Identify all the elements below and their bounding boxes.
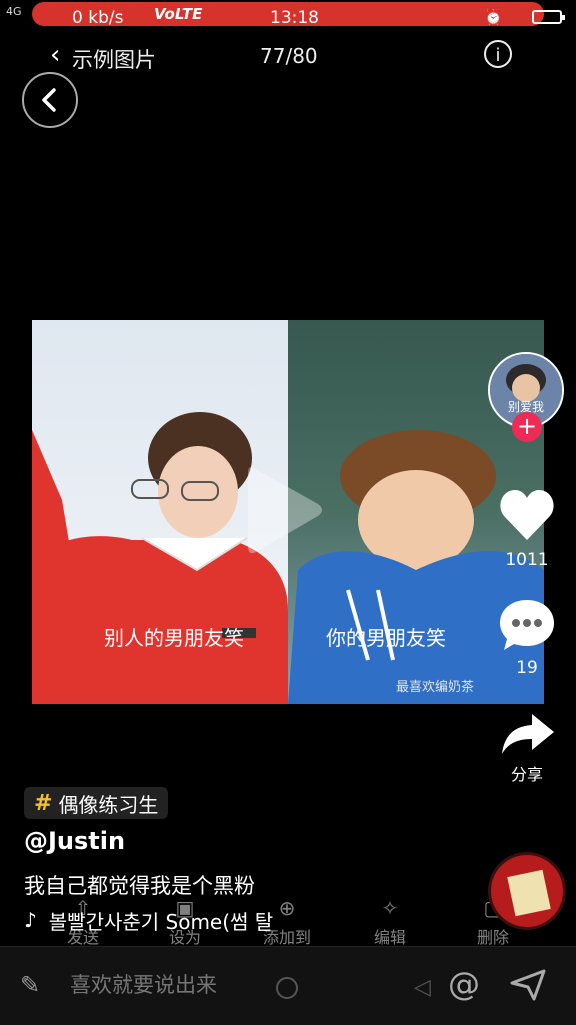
caption-left: 别人的男朋友笑 — [104, 626, 244, 650]
alarm-icon: ⏰ — [484, 8, 503, 26]
battery-icon — [532, 10, 565, 24]
edit-action-label: 编辑 — [373, 928, 406, 947]
pencil-icon: ✎ — [20, 971, 41, 999]
hashtag-chip[interactable]: # 偶像练习生 — [24, 787, 169, 819]
share-icon[interactable] — [500, 712, 556, 756]
play-icon[interactable] — [244, 460, 324, 560]
magic-wand-icon: ✧ — [381, 896, 399, 920]
home-circle-icon[interactable] — [276, 977, 298, 999]
caption-right: 你的男朋友笑 — [326, 626, 446, 650]
image-counter: 77/80 — [260, 44, 318, 68]
back-button[interactable] — [22, 72, 78, 128]
music-title: 볼빨간사춘기 Some(썸 탈 — [48, 909, 274, 934]
edit-action[interactable]: ✧ 编辑 — [355, 896, 425, 948]
watermark-text: 最喜欢编奶茶 — [396, 680, 475, 695]
heart-icon[interactable] — [498, 488, 556, 542]
network-speed: 0 kb/s — [72, 8, 124, 28]
chevron-left-icon[interactable]: ‹ — [50, 42, 60, 68]
comment-count: 19 — [516, 658, 538, 678]
music-note-icon: ♪ — [24, 908, 37, 932]
music-cover — [507, 869, 551, 917]
comment-input[interactable] — [68, 973, 292, 999]
comment-icon[interactable] — [498, 596, 556, 652]
hashtag-icon: # — [34, 790, 53, 816]
send-icon[interactable] — [510, 969, 546, 1001]
music-row[interactable]: ♪ 볼빨간사춘기 Some(썸 탈 — [24, 904, 324, 936]
network-indicator: 4G — [6, 5, 22, 18]
share-label[interactable]: 分享 — [497, 761, 557, 785]
follow-button[interactable]: + — [512, 412, 542, 442]
info-icon[interactable]: i — [484, 40, 512, 68]
author-username[interactable]: @Justin — [24, 827, 125, 855]
like-count: 1011 — [505, 550, 549, 570]
gallery-back-label[interactable]: 示例图片 — [72, 44, 156, 74]
nav-back-icon[interactable]: ◁ — [414, 975, 431, 1000]
delete-action-label: 删除 — [476, 928, 509, 947]
gallery-header: ‹ 示例图片 77/80 i — [0, 36, 576, 76]
music-disc[interactable] — [488, 852, 566, 930]
hashtag-label: 偶像练习生 — [58, 792, 159, 817]
at-mention-icon[interactable]: @ — [448, 965, 480, 1003]
comment-bar: ✎ ◁ @ — [0, 946, 576, 1025]
volte-indicator: VoLTE — [154, 5, 203, 23]
video-player[interactable]: 别人的男朋友笑 你的男朋友笑 最喜欢编奶茶 — [32, 320, 544, 704]
status-bar: 4G 0 kb/s VoLTE 13:18 ⏰ — [0, 0, 576, 36]
clock: 13:18 — [270, 8, 319, 28]
arrow-left-icon — [42, 88, 56, 112]
